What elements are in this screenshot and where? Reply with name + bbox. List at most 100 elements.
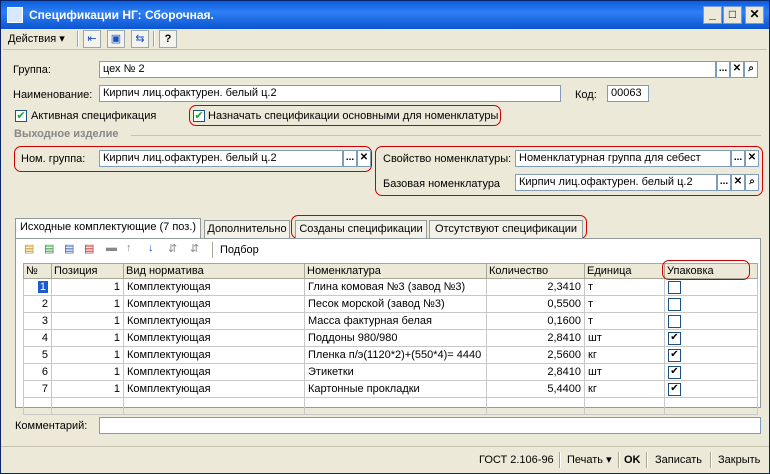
- property-clear-button[interactable]: ✕: [745, 150, 759, 167]
- row-quantity[interactable]: 0,1600: [486, 312, 585, 330]
- name-field[interactable]: Кирпич лиц.офактурен. белый ц.2: [99, 85, 561, 102]
- nom-group-clear-button[interactable]: ✕: [357, 150, 371, 167]
- go-first-button[interactable]: ⇤: [83, 30, 101, 48]
- row-number[interactable]: 6: [23, 363, 52, 381]
- row-unit[interactable]: т: [584, 312, 665, 330]
- group-select-button[interactable]: ...: [716, 61, 730, 78]
- group-field[interactable]: цех № 2: [99, 61, 716, 78]
- tab-components[interactable]: Исходные комплектующие (7 поз.): [15, 218, 201, 238]
- end-edit-icon[interactable]: ▬: [106, 242, 117, 254]
- active-spec-checkbox[interactable]: ✔: [15, 110, 27, 122]
- ok-button[interactable]: OK: [624, 452, 641, 468]
- row-norm-type[interactable]: Комплектующая: [123, 346, 305, 364]
- row-packaging[interactable]: ✔: [664, 380, 758, 398]
- row-nomenclature[interactable]: Этикетки: [304, 363, 487, 381]
- table-row[interactable]: 2 1 Комплектующая Песок морской (завод №3) 0…: [23, 295, 758, 313]
- table-row[interactable]: 3 1 Комплектующая Масса фактурная белая 0,16…: [23, 312, 758, 330]
- tab-additional[interactable]: Дополнительно: [204, 220, 290, 238]
- col-header-n[interactable]: №: [23, 263, 52, 279]
- row-quantity[interactable]: 2,3410: [486, 278, 585, 296]
- table-row[interactable]: 4 1 Комплектующая Поддоны 980/980 2,8410 шт ✔: [23, 329, 758, 347]
- packaging-checkbox[interactable]: [668, 297, 681, 311]
- packaging-checkbox[interactable]: ✔: [668, 365, 681, 379]
- row-unit[interactable]: т: [584, 295, 665, 313]
- row-unit[interactable]: т: [584, 278, 665, 296]
- row-number[interactable]: 4: [23, 329, 52, 347]
- minimize-button[interactable]: _: [703, 6, 722, 24]
- row-nomenclature[interactable]: Пленка п/э(1120*2)+(550*4)= 4440: [304, 346, 487, 364]
- pick-button[interactable]: Подбор: [220, 244, 259, 256]
- property-field[interactable]: Номенклатурная группа для себест: [515, 150, 731, 167]
- gost-button[interactable]: ГОСТ 2.106-96: [479, 452, 554, 468]
- packaging-checkbox[interactable]: ✔: [668, 382, 681, 396]
- row-number[interactable]: 2: [23, 295, 52, 313]
- row-packaging[interactable]: [664, 295, 758, 313]
- group-clear-button[interactable]: ✕: [730, 61, 744, 78]
- delete-icon[interactable]: ▤: [84, 242, 94, 255]
- packaging-checkbox[interactable]: [668, 280, 681, 294]
- close-button[interactable]: ✕: [745, 6, 764, 24]
- sort-desc-icon[interactable]: ⇵: [190, 242, 199, 255]
- row-norm-type[interactable]: Комплектующая: [123, 363, 305, 381]
- row-quantity[interactable]: 5,4400: [486, 380, 585, 398]
- row-nomenclature[interactable]: Картонные прокладки: [304, 380, 487, 398]
- row-norm-type[interactable]: Комплектующая: [123, 329, 305, 347]
- packaging-checkbox[interactable]: ✔: [668, 348, 681, 362]
- row-norm-type[interactable]: Комплектующая: [123, 278, 305, 296]
- maximize-button[interactable]: □: [723, 6, 742, 24]
- row-packaging[interactable]: ✔: [664, 329, 758, 347]
- tab-specs-missing[interactable]: Отсутствуют спецификации: [429, 220, 583, 238]
- row-position[interactable]: 1: [51, 329, 124, 347]
- col-header-norm-type[interactable]: Вид норматива: [123, 263, 305, 279]
- structure-button[interactable]: ▣: [107, 30, 125, 48]
- table-row[interactable]: 7 1 Комплектующая Картонные прокладки 5,4400…: [23, 380, 758, 398]
- row-packaging[interactable]: ✔: [664, 363, 758, 381]
- row-unit[interactable]: кг: [584, 380, 665, 398]
- switch-button[interactable]: ⇆: [131, 30, 149, 48]
- property-select-button[interactable]: ...: [731, 150, 745, 167]
- row-number[interactable]: 5: [23, 346, 52, 364]
- row-number[interactable]: 1: [23, 278, 52, 296]
- edit-icon[interactable]: ▤: [64, 242, 74, 255]
- col-header-unit[interactable]: Единица: [584, 263, 665, 279]
- base-nom-field[interactable]: Кирпич лиц.офактурен. белый ц.2: [515, 174, 717, 191]
- save-button[interactable]: Записать: [655, 452, 702, 468]
- table-row[interactable]: 6 1 Комплектующая Этикетки 2,8410 шт ✔: [23, 363, 758, 381]
- col-header-position[interactable]: Позиция: [51, 263, 124, 279]
- row-nomenclature[interactable]: Масса фактурная белая: [304, 312, 487, 330]
- row-quantity[interactable]: 2,5600: [486, 346, 585, 364]
- row-packaging[interactable]: ✔: [664, 346, 758, 364]
- row-position[interactable]: 1: [51, 278, 124, 296]
- print-menu[interactable]: Печать ▾: [567, 452, 612, 468]
- col-header-quantity[interactable]: Количество: [486, 263, 585, 279]
- row-position[interactable]: 1: [51, 380, 124, 398]
- row-number[interactable]: 3: [23, 312, 52, 330]
- code-field[interactable]: 00063: [607, 85, 649, 102]
- row-number[interactable]: 7: [23, 380, 52, 398]
- row-position[interactable]: 1: [51, 346, 124, 364]
- row-position[interactable]: 1: [51, 295, 124, 313]
- packaging-checkbox[interactable]: [668, 314, 681, 328]
- add-icon[interactable]: ▤: [24, 242, 34, 255]
- move-up-icon[interactable]: ↑: [126, 242, 132, 254]
- nom-group-select-button[interactable]: ...: [343, 150, 357, 167]
- help-button[interactable]: ?: [159, 30, 177, 48]
- row-unit[interactable]: шт: [584, 329, 665, 347]
- row-quantity[interactable]: 2,8410: [486, 329, 585, 347]
- actions-menu[interactable]: Действия ▾: [7, 30, 73, 48]
- col-header-nomenclature[interactable]: Номенклатура: [304, 263, 487, 279]
- table-row[interactable]: 1 1 Комплектующая Глина комовая №3 (завод №…: [23, 278, 758, 296]
- row-quantity[interactable]: 2,8410: [486, 363, 585, 381]
- assign-main-checkbox[interactable]: ✔: [193, 110, 205, 122]
- row-packaging[interactable]: [664, 312, 758, 330]
- row-unit[interactable]: шт: [584, 363, 665, 381]
- tab-specs-created[interactable]: Созданы спецификации: [295, 220, 427, 238]
- table-row[interactable]: 5 1 Комплектующая Пленка п/э(1120*2)+(550*4…: [23, 346, 758, 364]
- row-quantity[interactable]: 0,5500: [486, 295, 585, 313]
- search-icon[interactable]: ⌕: [744, 61, 758, 78]
- move-down-icon[interactable]: ↓: [148, 242, 154, 254]
- search-icon[interactable]: ⌕: [745, 174, 759, 191]
- row-nomenclature[interactable]: Глина комовая №3 (завод №3): [304, 278, 487, 296]
- nom-group-field[interactable]: Кирпич лиц.офактурен. белый ц.2: [99, 150, 343, 167]
- comment-field[interactable]: [99, 417, 761, 434]
